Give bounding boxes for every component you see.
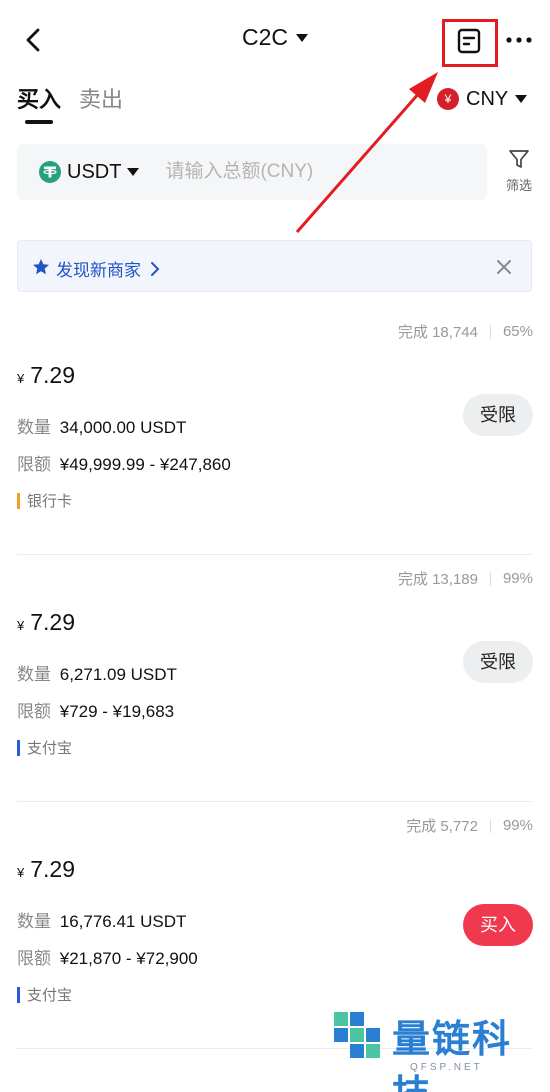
price-value: 7.29 — [30, 856, 75, 882]
payment-label: 银行卡 — [27, 493, 73, 510]
restricted-button[interactable]: 受限 — [463, 394, 533, 436]
discover-link[interactable]: 发现新商家 — [56, 256, 161, 281]
quantity-value: 16,776.41 USDT — [59, 912, 187, 931]
quantity-row: 数量 16,776.41 USDT — [17, 907, 186, 932]
quantity-label: 数量 — [17, 912, 51, 931]
offer-price: ¥ 7.29 — [17, 609, 75, 636]
tab-sell[interactable]: 卖出 — [79, 82, 123, 126]
merchant-stats: 完成 18,744 65% — [398, 321, 533, 342]
payment-color-bar — [17, 739, 20, 756]
yen-symbol: ¥ — [17, 371, 25, 386]
watermark-url: QFSP.NET — [410, 1062, 483, 1073]
merchant-stats: 完成 13,189 99% — [398, 568, 533, 589]
completed-count: 完成 18,744 — [397, 324, 478, 341]
trade-tabs: 买入 卖出 — [17, 82, 123, 128]
limit-row: 限额 ¥729 - ¥19,683 — [17, 697, 174, 722]
quantity-row: 数量 34,000.00 USDT — [17, 413, 186, 438]
offer-price: ¥ 7.29 — [17, 856, 75, 883]
watermark-logo-icon — [334, 1012, 380, 1058]
tether-icon — [39, 161, 61, 183]
annotation-highlight-box — [442, 19, 498, 67]
cny-coin-icon: ¥ — [437, 88, 459, 110]
payment-label: 支付宝 — [27, 740, 73, 757]
limit-row: 限额 ¥49,999.99 - ¥247,860 — [17, 450, 231, 475]
offer-price: ¥ 7.29 — [17, 362, 75, 389]
nav-bar: C2C — [0, 0, 550, 82]
amount-input[interactable] — [165, 161, 426, 183]
quantity-row: 数量 6,271.09 USDT — [17, 660, 177, 685]
limit-value: ¥729 - ¥19,683 — [59, 702, 175, 721]
market-selector[interactable]: C2C — [242, 24, 308, 51]
page-title: C2C — [241, 24, 288, 50]
offer-list-panel: 发现新商家 完成 18,744 65% ¥ 7.29 数量 34,000.00 … — [0, 216, 550, 1092]
limit-label: 限额 — [17, 702, 51, 721]
asset-selector[interactable]: USDT — [39, 160, 140, 184]
payment-method: 支付宝 — [17, 984, 72, 1005]
restricted-button[interactable]: 受限 — [463, 641, 533, 683]
filter-icon — [509, 150, 529, 168]
completion-rate: 65% — [502, 323, 533, 340]
yen-symbol: ¥ — [17, 618, 25, 633]
quantity-value: 34,000.00 USDT — [59, 418, 187, 437]
filter-label: 筛选 — [505, 178, 532, 193]
price-value: 7.29 — [30, 609, 75, 635]
completion-rate: 99% — [502, 817, 533, 834]
limit-row: 限额 ¥21,870 - ¥72,900 — [17, 944, 198, 969]
discover-banner: 发现新商家 — [17, 240, 532, 292]
tab-buy[interactable]: 买入 — [17, 82, 61, 126]
completed-count: 完成 5,772 — [406, 818, 478, 835]
more-dots-icon[interactable] — [504, 30, 534, 50]
chevron-right-icon — [151, 261, 160, 276]
payment-label: 支付宝 — [27, 987, 73, 1004]
limit-value: ¥21,870 - ¥72,900 — [59, 949, 198, 968]
divider — [489, 571, 491, 586]
limit-label: 限额 — [17, 949, 51, 968]
completion-rate: 99% — [502, 570, 533, 587]
fiat-currency-selector[interactable]: ¥ CNY — [437, 86, 528, 112]
watermark-name: 量链科技 — [392, 1019, 513, 1092]
filter-button[interactable]: 筛选 — [502, 148, 536, 194]
caret-down-icon — [127, 168, 140, 176]
limit-label: 限额 — [17, 455, 51, 474]
asset-label: USDT — [67, 160, 122, 183]
quantity-value: 6,271.09 USDT — [59, 665, 177, 684]
limit-value: ¥49,999.99 - ¥247,860 — [59, 455, 231, 474]
caret-down-icon — [515, 95, 528, 103]
top-panel: C2C 买入 卖出 ¥ CNY USDT 请输入总额(CNY) 筛选 — [0, 0, 550, 230]
divider — [489, 324, 491, 339]
close-icon[interactable] — [497, 260, 511, 274]
payment-method: 银行卡 — [17, 490, 72, 511]
watermark: 量链科技 QFSP.NET — [330, 1004, 550, 1092]
merchant-stats: 完成 5,772 99% — [406, 815, 533, 836]
star-icon — [33, 259, 49, 275]
buy-button[interactable]: 买入 — [463, 904, 533, 946]
discover-label: 发现新商家 — [56, 261, 141, 280]
payment-color-bar — [17, 986, 20, 1003]
payment-color-bar — [17, 492, 20, 509]
currency-label: CNY — [466, 87, 509, 110]
offer-card: 完成 13,189 99% ¥ 7.29 数量 6,271.09 USDT 限额… — [0, 555, 550, 802]
payment-method: 支付宝 — [17, 737, 72, 758]
back-arrow-icon[interactable] — [20, 26, 48, 54]
caret-down-icon — [296, 33, 308, 42]
quantity-label: 数量 — [17, 665, 51, 684]
amount-search-box: USDT — [17, 144, 487, 200]
quantity-label: 数量 — [17, 418, 51, 437]
price-value: 7.29 — [30, 362, 75, 388]
divider — [489, 818, 491, 833]
completed-count: 完成 13,189 — [397, 571, 478, 588]
offer-card: 完成 18,744 65% ¥ 7.29 数量 34,000.00 USDT 限… — [0, 308, 550, 555]
yen-symbol: ¥ — [17, 865, 25, 880]
